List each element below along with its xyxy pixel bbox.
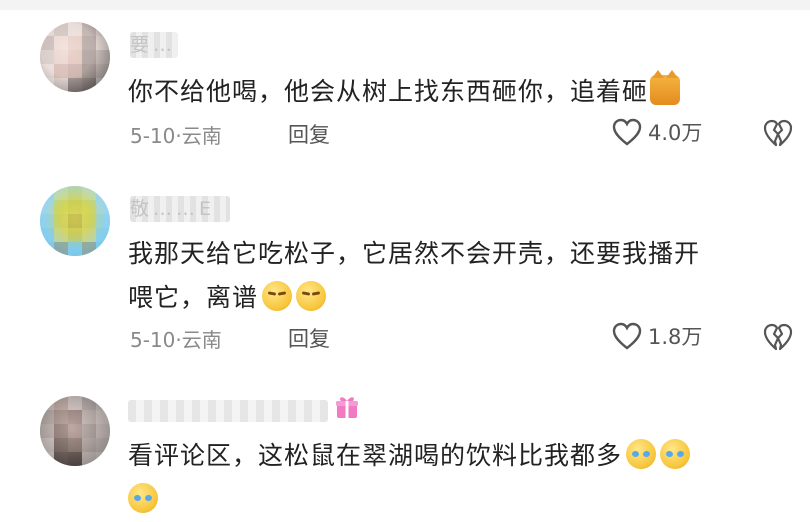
avatar-mosaic	[40, 396, 110, 466]
broken-heart-icon	[763, 119, 793, 147]
avatar-mosaic	[40, 186, 110, 256]
comment-location: 云南	[181, 124, 222, 148]
comment-text: 你不给他喝，他会从树上找东西砸你，追着砸	[128, 70, 780, 114]
avatar[interactable]	[40, 396, 110, 466]
crying-laughing-emoji-icon	[128, 483, 158, 513]
reply-button[interactable]: 回复	[288, 323, 330, 353]
like-count: 1.8万	[648, 325, 703, 349]
comment-meta: 5-10·云南	[130, 324, 222, 353]
heart-icon	[612, 322, 642, 350]
avatar[interactable]	[40, 22, 110, 92]
smirk-emoji-icon	[262, 281, 293, 311]
comment-text-content: 你不给他喝，他会从树上找东西砸你，追着砸	[128, 77, 649, 106]
cat-emoji-icon	[650, 70, 681, 105]
like-count: 4.0万	[648, 121, 703, 145]
heart-icon	[612, 118, 642, 146]
comment-text-content: 看评论区，这松鼠在翠湖喝的饮料比我都多	[128, 441, 623, 470]
smirk-emoji-icon	[296, 281, 327, 311]
like-button[interactable]: 4.0万	[612, 117, 702, 147]
like-button[interactable]: 1.8万	[612, 321, 702, 351]
comment-location: 云南	[181, 328, 222, 352]
crying-laughing-emoji-icon	[626, 439, 657, 469]
crying-laughing-emoji-icon	[660, 439, 691, 469]
dislike-button[interactable]	[763, 323, 793, 351]
username[interactable]: 敬……E	[130, 194, 215, 221]
comment-date: 5-10	[130, 124, 176, 148]
username-blurred[interactable]	[128, 400, 328, 422]
reply-button[interactable]: 回复	[288, 119, 330, 149]
top-divider	[0, 0, 810, 10]
comment-meta: 5-10·云南	[130, 120, 222, 149]
comment-text-line1: 我那天给它吃松子，它居然不会开壳，还要我播开	[128, 239, 701, 268]
gift-icon	[334, 394, 360, 420]
broken-heart-icon	[763, 323, 793, 351]
username[interactable]: 要…	[130, 30, 176, 57]
comment-text: 看评论区，这松鼠在翠湖喝的饮料比我都多	[128, 434, 780, 522]
comment-date: 5-10	[130, 328, 176, 352]
comment-text-line2: 喂它，离谱	[128, 283, 259, 312]
comment-text: 我那天给它吃松子，它居然不会开壳，还要我播开 喂它，离谱	[128, 232, 780, 320]
avatar[interactable]	[40, 186, 110, 256]
avatar-mosaic	[40, 22, 110, 92]
dislike-button[interactable]	[763, 119, 793, 147]
